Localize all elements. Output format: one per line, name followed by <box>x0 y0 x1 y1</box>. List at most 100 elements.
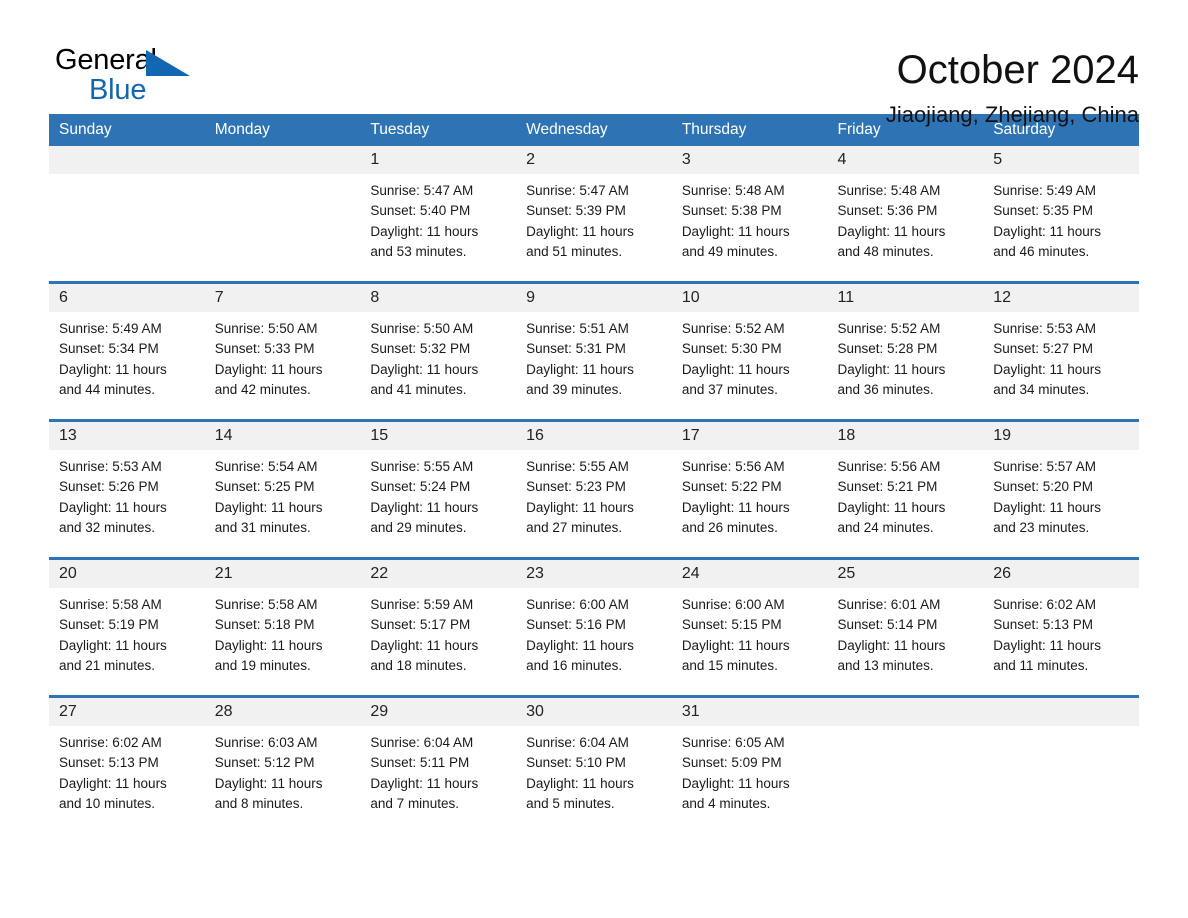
calendar-day-cell[interactable]: 4 Sunrise: 5:48 AM Sunset: 5:36 PM Daylig… <box>827 146 984 283</box>
calendar-empty-cell <box>983 695 1139 833</box>
calendar-day-cell[interactable]: 26 Sunrise: 6:02 AM Sunset: 5:13 PM Dayli… <box>983 557 1139 697</box>
day-sun-details: Sunrise: 5:51 AM Sunset: 5:31 PM Dayligh… <box>526 321 634 397</box>
day-sun-details: Sunrise: 5:48 AM Sunset: 5:38 PM Dayligh… <box>681 183 790 259</box>
calendar-day-cell[interactable]: 18 Sunrise: 5:56 AM Sunset: 5:21 PM Dayli… <box>827 419 984 559</box>
day-cell-body: 11 Sunrise: 5:52 AM Sunset: 5:28 PM Dayli… <box>827 284 984 419</box>
calendar-day-cell[interactable]: 9 Sunrise: 5:51 AM Sunset: 5:31 PM Daylig… <box>516 281 672 421</box>
day-number: 23 <box>516 560 672 588</box>
day-number: 9 <box>516 284 672 312</box>
calendar-day-cell[interactable]: 30 Sunrise: 6:04 AM Sunset: 5:10 PM Dayli… <box>516 695 672 833</box>
day-cell-body: 20 Sunrise: 5:58 AM Sunset: 5:19 PM Dayli… <box>49 560 205 695</box>
day-number: 4 <box>827 146 984 174</box>
calendar-week-row: 13 Sunrise: 5:53 AM Sunset: 5:26 PM Dayli… <box>49 419 1139 559</box>
calendar-day-cell[interactable]: 6 Sunrise: 5:49 AM Sunset: 5:34 PM Daylig… <box>49 281 205 421</box>
day-cell-body: 9 Sunrise: 5:51 AM Sunset: 5:31 PM Daylig… <box>516 284 672 419</box>
day-sun-details: Sunrise: 6:02 AM Sunset: 5:13 PM Dayligh… <box>59 735 167 811</box>
day-sun-details: Sunrise: 6:01 AM Sunset: 5:14 PM Dayligh… <box>837 597 946 673</box>
day-sun-details: Sunrise: 5:48 AM Sunset: 5:36 PM Dayligh… <box>837 183 946 259</box>
calendar-day-cell[interactable]: 1 Sunrise: 5:47 AM Sunset: 5:40 PM Daylig… <box>360 146 517 283</box>
day-cell-body: 29 Sunrise: 6:04 AM Sunset: 5:11 PM Dayli… <box>360 698 517 833</box>
calendar-day-cell[interactable]: 3 Sunrise: 5:48 AM Sunset: 5:38 PM Daylig… <box>671 146 828 283</box>
day-cell-body: 8 Sunrise: 5:50 AM Sunset: 5:32 PM Daylig… <box>360 284 517 419</box>
calendar-day-cell[interactable]: 17 Sunrise: 5:56 AM Sunset: 5:22 PM Dayli… <box>671 419 828 559</box>
logo-word-general: General <box>55 44 157 76</box>
day-number: 26 <box>983 560 1139 588</box>
day-cell-body: 19 Sunrise: 5:57 AM Sunset: 5:20 PM Dayli… <box>983 422 1139 557</box>
calendar-empty-cell <box>49 146 205 283</box>
calendar-week-row: 20 Sunrise: 5:58 AM Sunset: 5:19 PM Dayli… <box>49 557 1139 697</box>
calendar-day-cell[interactable]: 5 Sunrise: 5:49 AM Sunset: 5:35 PM Daylig… <box>983 146 1139 283</box>
day-number: 27 <box>49 698 205 726</box>
calendar-day-cell[interactable]: 19 Sunrise: 5:57 AM Sunset: 5:20 PM Dayli… <box>983 419 1139 559</box>
calendar-day-cell[interactable]: 13 Sunrise: 5:53 AM Sunset: 5:26 PM Dayli… <box>49 419 205 559</box>
day-cell-body: 4 Sunrise: 5:48 AM Sunset: 5:36 PM Daylig… <box>827 146 984 281</box>
logo-word-blue: Blue <box>89 74 147 106</box>
calendar-day-cell[interactable]: 14 Sunrise: 5:54 AM Sunset: 5:25 PM Dayli… <box>204 419 361 559</box>
calendar-day-cell[interactable]: 2 Sunrise: 5:47 AM Sunset: 5:39 PM Daylig… <box>516 146 672 283</box>
calendar-day-cell[interactable]: 28 Sunrise: 6:03 AM Sunset: 5:12 PM Dayli… <box>204 695 361 833</box>
calendar-day-cell[interactable]: 31 Sunrise: 6:05 AM Sunset: 5:09 PM Dayli… <box>671 695 828 833</box>
page-title: October 2024 <box>896 48 1139 92</box>
day-cell-body: 12 Sunrise: 5:53 AM Sunset: 5:27 PM Dayli… <box>983 284 1139 419</box>
day-sun-details: Sunrise: 5:50 AM Sunset: 5:33 PM Dayligh… <box>214 321 323 397</box>
calendar-day-cell[interactable]: 27 Sunrise: 6:02 AM Sunset: 5:13 PM Dayli… <box>49 695 205 833</box>
calendar-empty-cell <box>204 146 361 283</box>
day-number <box>827 698 984 726</box>
day-number: 7 <box>204 284 361 312</box>
day-cell-body: 5 Sunrise: 5:49 AM Sunset: 5:35 PM Daylig… <box>983 146 1139 281</box>
day-number: 3 <box>671 146 828 174</box>
day-cell-body: 26 Sunrise: 6:02 AM Sunset: 5:13 PM Dayli… <box>983 560 1139 695</box>
day-number: 25 <box>827 560 984 588</box>
calendar-day-cell[interactable]: 21 Sunrise: 5:58 AM Sunset: 5:18 PM Dayli… <box>204 557 361 697</box>
day-sun-details: Sunrise: 5:58 AM Sunset: 5:18 PM Dayligh… <box>214 597 323 673</box>
calendar-day-cell[interactable]: 8 Sunrise: 5:50 AM Sunset: 5:32 PM Daylig… <box>360 281 517 421</box>
day-sun-details: Sunrise: 6:05 AM Sunset: 5:09 PM Dayligh… <box>681 735 790 811</box>
calendar-week-row: 1 Sunrise: 5:47 AM Sunset: 5:40 PM Daylig… <box>49 146 1139 283</box>
day-sun-details: Sunrise: 6:00 AM Sunset: 5:15 PM Dayligh… <box>681 597 790 673</box>
calendar-day-cell[interactable]: 24 Sunrise: 6:00 AM Sunset: 5:15 PM Dayli… <box>671 557 828 697</box>
day-cell-body: 2 Sunrise: 5:47 AM Sunset: 5:39 PM Daylig… <box>516 146 672 281</box>
calendar-day-cell[interactable]: 29 Sunrise: 6:04 AM Sunset: 5:11 PM Dayli… <box>360 695 517 833</box>
calendar-day-cell[interactable]: 15 Sunrise: 5:55 AM Sunset: 5:24 PM Dayli… <box>360 419 517 559</box>
calendar-day-cell[interactable]: 10 Sunrise: 5:52 AM Sunset: 5:30 PM Dayli… <box>671 281 828 421</box>
day-number: 21 <box>204 560 361 588</box>
calendar-day-cell[interactable]: 22 Sunrise: 5:59 AM Sunset: 5:17 PM Dayli… <box>360 557 517 697</box>
day-number: 22 <box>360 560 517 588</box>
day-sun-details: Sunrise: 5:52 AM Sunset: 5:28 PM Dayligh… <box>837 321 946 397</box>
day-number: 29 <box>360 698 517 726</box>
day-number: 11 <box>827 284 984 312</box>
day-sun-details: Sunrise: 5:53 AM Sunset: 5:27 PM Dayligh… <box>993 321 1102 397</box>
day-number: 12 <box>983 284 1139 312</box>
day-sun-details: Sunrise: 5:49 AM Sunset: 5:34 PM Dayligh… <box>59 321 167 397</box>
day-number: 24 <box>671 560 828 588</box>
day-number: 17 <box>671 422 828 450</box>
day-cell-body <box>983 698 1139 833</box>
day-sun-details: Sunrise: 5:50 AM Sunset: 5:32 PM Dayligh… <box>370 321 479 397</box>
calendar-day-cell[interactable]: 11 Sunrise: 5:52 AM Sunset: 5:28 PM Dayli… <box>827 281 984 421</box>
day-number: 2 <box>516 146 672 174</box>
day-cell-body: 7 Sunrise: 5:50 AM Sunset: 5:33 PM Daylig… <box>204 284 361 419</box>
day-cell-body: 25 Sunrise: 6:01 AM Sunset: 5:14 PM Dayli… <box>827 560 984 695</box>
day-cell-body: 18 Sunrise: 5:56 AM Sunset: 5:21 PM Dayli… <box>827 422 984 557</box>
day-number: 18 <box>827 422 984 450</box>
day-sun-details <box>983 726 1139 733</box>
day-number: 8 <box>360 284 517 312</box>
day-sun-details: Sunrise: 5:47 AM Sunset: 5:40 PM Dayligh… <box>370 183 479 259</box>
calendar-day-cell[interactable]: 16 Sunrise: 5:55 AM Sunset: 5:23 PM Dayli… <box>516 419 672 559</box>
day-sun-details: Sunrise: 6:04 AM Sunset: 5:10 PM Dayligh… <box>526 735 634 811</box>
day-number: 28 <box>204 698 361 726</box>
day-number: 20 <box>49 560 205 588</box>
calendar-day-cell[interactable]: 20 Sunrise: 5:58 AM Sunset: 5:19 PM Dayli… <box>49 557 205 697</box>
general-blue-logo: General Blue <box>49 44 209 114</box>
day-cell-body: 30 Sunrise: 6:04 AM Sunset: 5:10 PM Dayli… <box>516 698 672 833</box>
day-cell-body: 1 Sunrise: 5:47 AM Sunset: 5:40 PM Daylig… <box>360 146 517 281</box>
calendar-day-cell[interactable]: 7 Sunrise: 5:50 AM Sunset: 5:33 PM Daylig… <box>204 281 361 421</box>
calendar-day-cell[interactable]: 12 Sunrise: 5:53 AM Sunset: 5:27 PM Dayli… <box>983 281 1139 421</box>
day-cell-body: 23 Sunrise: 6:00 AM Sunset: 5:16 PM Dayli… <box>516 560 672 695</box>
day-cell-body: 27 Sunrise: 6:02 AM Sunset: 5:13 PM Dayli… <box>49 698 205 833</box>
calendar-day-cell[interactable]: 25 Sunrise: 6:01 AM Sunset: 5:14 PM Dayli… <box>827 557 984 697</box>
calendar-day-cell[interactable]: 23 Sunrise: 6:00 AM Sunset: 5:16 PM Dayli… <box>516 557 672 697</box>
day-cell-body: 10 Sunrise: 5:52 AM Sunset: 5:30 PM Dayli… <box>671 284 828 419</box>
day-sun-details: Sunrise: 5:53 AM Sunset: 5:26 PM Dayligh… <box>59 459 167 535</box>
day-cell-body <box>827 698 984 833</box>
